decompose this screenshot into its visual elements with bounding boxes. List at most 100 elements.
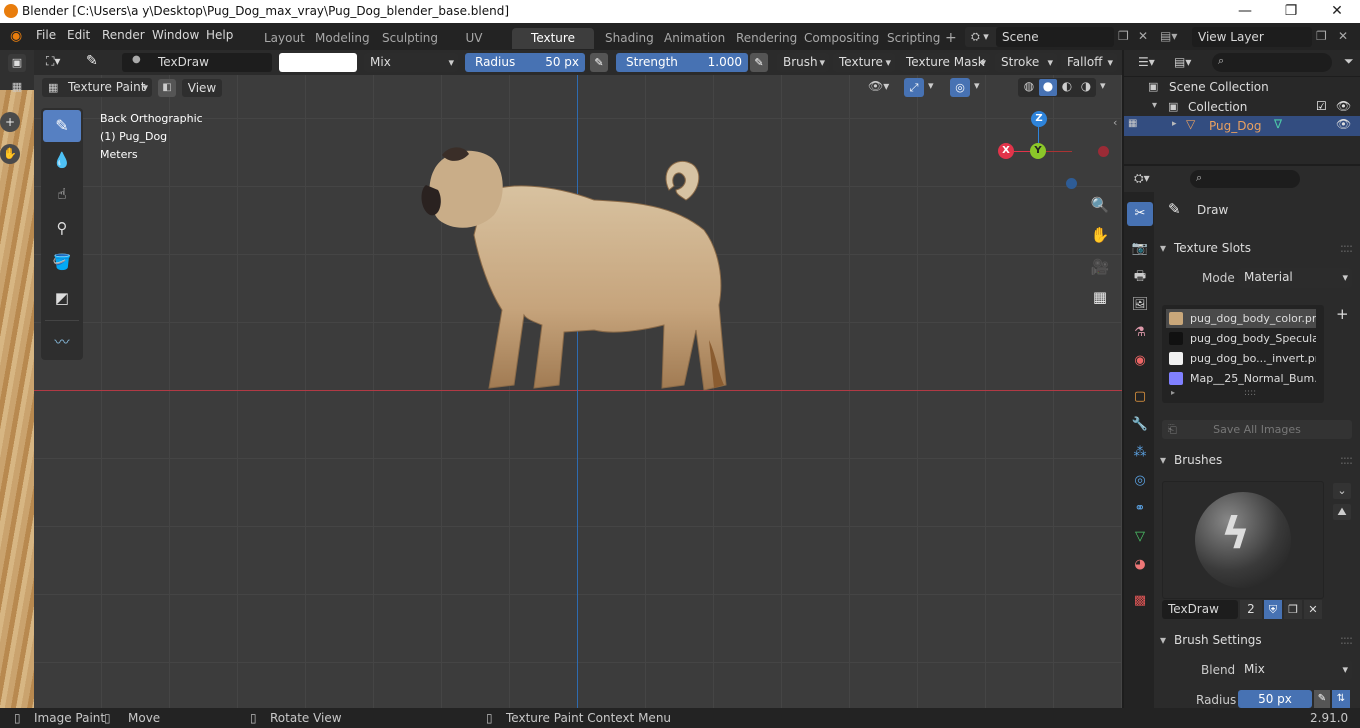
brush-users-count[interactable]: 2 — [1240, 600, 1262, 619]
pan-hand-icon[interactable]: ✋ — [1086, 222, 1114, 250]
stroke-menu[interactable]: Stroke — [995, 53, 1057, 72]
gizmo-toggle-icon[interactable]: ⤢ — [904, 78, 924, 97]
radius-pressure-icon[interactable]: ✎ — [590, 53, 608, 72]
tab-shading[interactable]: Shading — [597, 28, 654, 49]
fake-user-icon[interactable]: ⛨ — [1264, 600, 1282, 619]
object-tab-icon[interactable]: ▢ — [1131, 388, 1149, 406]
brush-radius-field[interactable]: 50 px — [1238, 690, 1312, 708]
tab-sculpting[interactable]: Sculpting — [374, 28, 438, 49]
view-layer-copy-icon[interactable]: ❐ — [1316, 29, 1327, 43]
smear-tool-icon[interactable]: ☝ — [43, 178, 81, 210]
tab-uv-editing[interactable]: UV Editing — [440, 28, 508, 66]
brush-menu[interactable]: Brush — [777, 53, 829, 72]
tool-tab-icon[interactable]: ✂ — [1131, 205, 1149, 223]
blend-mode-dropdown[interactable]: Mix — [364, 53, 458, 72]
soften-tool-icon[interactable]: 💧 — [43, 144, 81, 176]
scene-name-field[interactable]: Scene — [996, 27, 1114, 47]
strength-pressure-icon[interactable]: ✎ — [750, 53, 768, 72]
gizmo-y-axis[interactable]: Y — [1030, 143, 1046, 159]
tab-compositing[interactable]: Compositing — [796, 28, 879, 49]
view-menu[interactable]: View — [182, 79, 222, 97]
gizmo-neg-x-axis[interactable] — [1098, 146, 1109, 157]
3d-viewport[interactable]: Back Orthographic (1) Pug_Dog Meters Z Y… — [34, 75, 1122, 708]
slot-list-resize-handle[interactable]: :::: — [1244, 388, 1256, 398]
tool-settings-icon[interactable]: ⛶▾ — [46, 54, 60, 69]
save-all-images-button[interactable]: ⎗ Save All Images — [1162, 420, 1352, 439]
add-slot-icon[interactable]: + — [1336, 305, 1349, 323]
close-button[interactable]: ✕ — [1314, 0, 1360, 23]
paint-mask-icon[interactable]: ◧ — [158, 79, 176, 97]
texture-mask-menu[interactable]: Texture Mask — [900, 53, 990, 72]
tab-modeling[interactable]: Modeling — [307, 28, 372, 49]
scene-copy-icon[interactable]: ❐ — [1118, 29, 1129, 43]
solid-shading-icon[interactable]: ● — [1039, 79, 1057, 96]
brush-datablock-name[interactable]: TexDraw — [1162, 600, 1238, 619]
maximize-button[interactable]: ❐ — [1268, 0, 1314, 23]
object-visibility-icon[interactable]: 👁 — [1336, 117, 1351, 131]
gizmo-x-axis[interactable]: X — [998, 143, 1014, 159]
properties-editor-icon[interactable]: ⛭▾ — [1134, 171, 1150, 186]
texture-tab-icon[interactable]: ▩ — [1131, 592, 1149, 610]
outliner-search-input[interactable]: ⌕ — [1212, 53, 1332, 72]
brush-settings-header[interactable]: Brush Settings:::: — [1156, 628, 1356, 652]
minimize-button[interactable]: — — [1222, 0, 1268, 23]
render-tab-icon[interactable]: 📷 — [1131, 240, 1149, 258]
tab-scripting[interactable]: Scripting — [879, 28, 940, 49]
duplicate-brush-icon[interactable]: ❐ — [1284, 600, 1302, 619]
view-layer-field[interactable]: View Layer — [1192, 27, 1312, 47]
brush-color-swatch[interactable] — [279, 53, 357, 72]
menu-help[interactable]: Help — [206, 28, 233, 42]
object-expand-icon[interactable]: ▸ — [1172, 119, 1177, 129]
falloff-menu[interactable]: Falloff — [1061, 53, 1117, 72]
display-mode-icon[interactable]: ▤▾ — [1174, 55, 1191, 69]
texture-slot-item[interactable]: Map__25_Normal_Bum... — [1166, 369, 1316, 388]
material-shading-icon[interactable]: ◐ — [1058, 79, 1076, 96]
ortho-grid-icon[interactable]: ▦ — [1086, 284, 1114, 312]
material-tab-icon[interactable]: ◕ — [1131, 556, 1149, 574]
rendered-shading-icon[interactable]: ◑ — [1077, 79, 1095, 96]
outliner-editor-icon[interactable]: ☰▾ — [1138, 55, 1155, 69]
editor-type-icon[interactable]: ▣ — [8, 54, 26, 72]
collection-visibility-icon[interactable]: 👁 — [1336, 99, 1351, 113]
texture-slot-mode-dropdown[interactable]: Material — [1238, 268, 1352, 288]
world-tab-icon[interactable]: ◉ — [1131, 352, 1149, 370]
tab-animation[interactable]: Animation — [656, 28, 726, 49]
tab-layout[interactable]: Layout — [256, 28, 305, 49]
menu-window[interactable]: Window — [152, 28, 199, 42]
brushes-header[interactable]: Brushes:::: — [1156, 448, 1356, 472]
brush-radius-pressure-icon[interactable]: ✎ — [1314, 690, 1330, 708]
brush-preview[interactable]: ϟ — [1162, 481, 1324, 599]
tab-texture-paint[interactable]: Texture Paint — [512, 28, 594, 66]
unlink-brush-icon[interactable]: ✕ — [1304, 600, 1322, 619]
modifier-tab-icon[interactable]: 🔧 — [1131, 416, 1149, 434]
camera-view-icon[interactable]: 🎥 — [1086, 254, 1114, 282]
brush-name-field[interactable]: TexDraw — [122, 53, 272, 72]
annotate-tool-icon[interactable]: 〰 — [43, 326, 81, 358]
scene-collection-label[interactable]: Scene Collection — [1169, 80, 1269, 94]
slot-list-expand-icon[interactable]: ▸ — [1171, 388, 1175, 397]
brush-image-icon[interactable]: ⛰ — [1333, 504, 1351, 520]
mode-dropdown[interactable]: Texture Paint — [42, 78, 152, 97]
output-tab-icon[interactable]: 🖶 — [1131, 268, 1149, 286]
view-layer-delete-icon[interactable]: ✕ — [1338, 29, 1348, 43]
menu-edit[interactable]: Edit — [67, 28, 90, 42]
scene-delete-icon[interactable]: ✕ — [1138, 29, 1148, 43]
clone-tool-icon[interactable]: ⚲ — [43, 212, 81, 244]
collection-expand-icon[interactable]: ▾ — [1152, 100, 1157, 111]
radius-slider[interactable]: Radius 50 px — [465, 53, 585, 72]
sidebar-toggle-icon[interactable]: ‹ — [1113, 116, 1117, 129]
add-workspace-icon[interactable]: + — [945, 30, 957, 46]
fill-tool-icon[interactable]: 🪣 — [43, 246, 81, 278]
overlays-dropdown-icon[interactable]: ▾ — [974, 79, 980, 92]
collection-checkbox[interactable]: ☑ — [1316, 99, 1327, 113]
physics-tab-icon[interactable]: ◎ — [1131, 472, 1149, 490]
texture-slots-header[interactable]: Texture Slots:::: — [1156, 236, 1356, 260]
properties-search-input[interactable]: ⌕ — [1190, 170, 1300, 188]
menu-render[interactable]: Render — [102, 28, 145, 42]
constraints-tab-icon[interactable]: ⚭ — [1131, 500, 1149, 518]
brush-blend-dropdown[interactable]: Mix — [1238, 660, 1352, 680]
texture-menu[interactable]: Texture — [833, 53, 895, 72]
zoom-in-icon[interactable]: + — [0, 112, 20, 132]
collection-label[interactable]: Collection — [1188, 100, 1247, 114]
filter-icon[interactable]: ⏷ — [1344, 54, 1354, 69]
